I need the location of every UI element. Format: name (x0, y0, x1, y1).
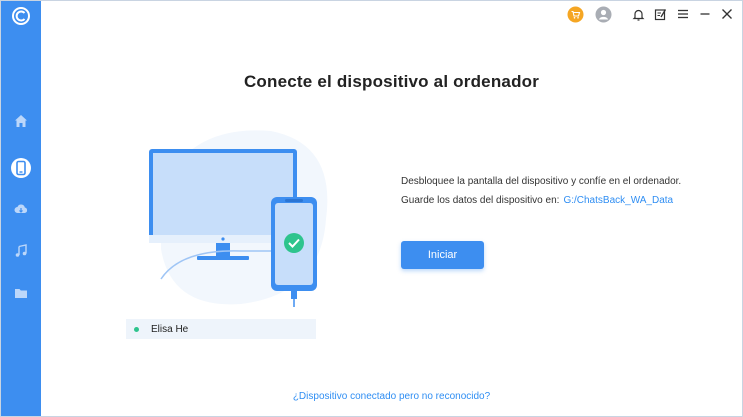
cloud-icon (14, 204, 28, 213)
close-button[interactable] (717, 4, 737, 24)
title-bar (542, 1, 742, 27)
menu-button[interactable] (673, 4, 693, 24)
save-path-info: Guarde los datos del dispositivo en: G:/C… (401, 195, 673, 206)
device-name: Elisa He (151, 323, 189, 335)
status-dot (134, 326, 139, 332)
notifications-button[interactable] (628, 4, 648, 24)
sidebar-item-folder[interactable] (6, 278, 36, 308)
page-title: Conecte el dispositivo al ordenador (243, 72, 540, 91)
feedback-icon (654, 8, 666, 20)
cart-button[interactable] (565, 4, 585, 24)
music-icon (15, 244, 27, 257)
sidebar-item-cloud[interactable] (6, 194, 36, 224)
phone-icon (11, 158, 31, 178)
menu-icon (678, 9, 688, 19)
device-item: Elisa He (126, 319, 316, 339)
user-icon (595, 6, 611, 22)
folder-icon (15, 289, 27, 298)
app-window: Conecte el dispositivo al ordenador Elis… (0, 0, 743, 417)
sidebar-item-device[interactable] (6, 153, 36, 183)
device-not-recognized-link[interactable]: ¿Dispositivo conectado pero no reconocid… (41, 391, 742, 402)
app-logo-icon (10, 5, 32, 27)
save-path-link[interactable]: G:/ChatsBack_WA_Data (563, 195, 673, 206)
start-button[interactable]: Iniciar (401, 241, 484, 269)
account-button[interactable] (593, 4, 613, 24)
cart-icon (567, 6, 583, 22)
close-icon (722, 9, 732, 19)
minimize-button[interactable] (695, 4, 715, 24)
device-connection-illustration (149, 130, 328, 307)
unlock-instruction: Desbloquee la pantalla del dispositivo y… (401, 176, 682, 187)
sidebar (1, 1, 41, 416)
home-icon (15, 115, 27, 127)
sidebar-item-music[interactable] (6, 236, 36, 266)
bell-icon (632, 9, 644, 21)
sidebar-item-home[interactable] (6, 106, 36, 136)
minimize-icon (700, 13, 710, 15)
save-path-label: Guarde los datos del dispositivo en: (401, 195, 560, 206)
feedback-button[interactable] (650, 4, 670, 24)
